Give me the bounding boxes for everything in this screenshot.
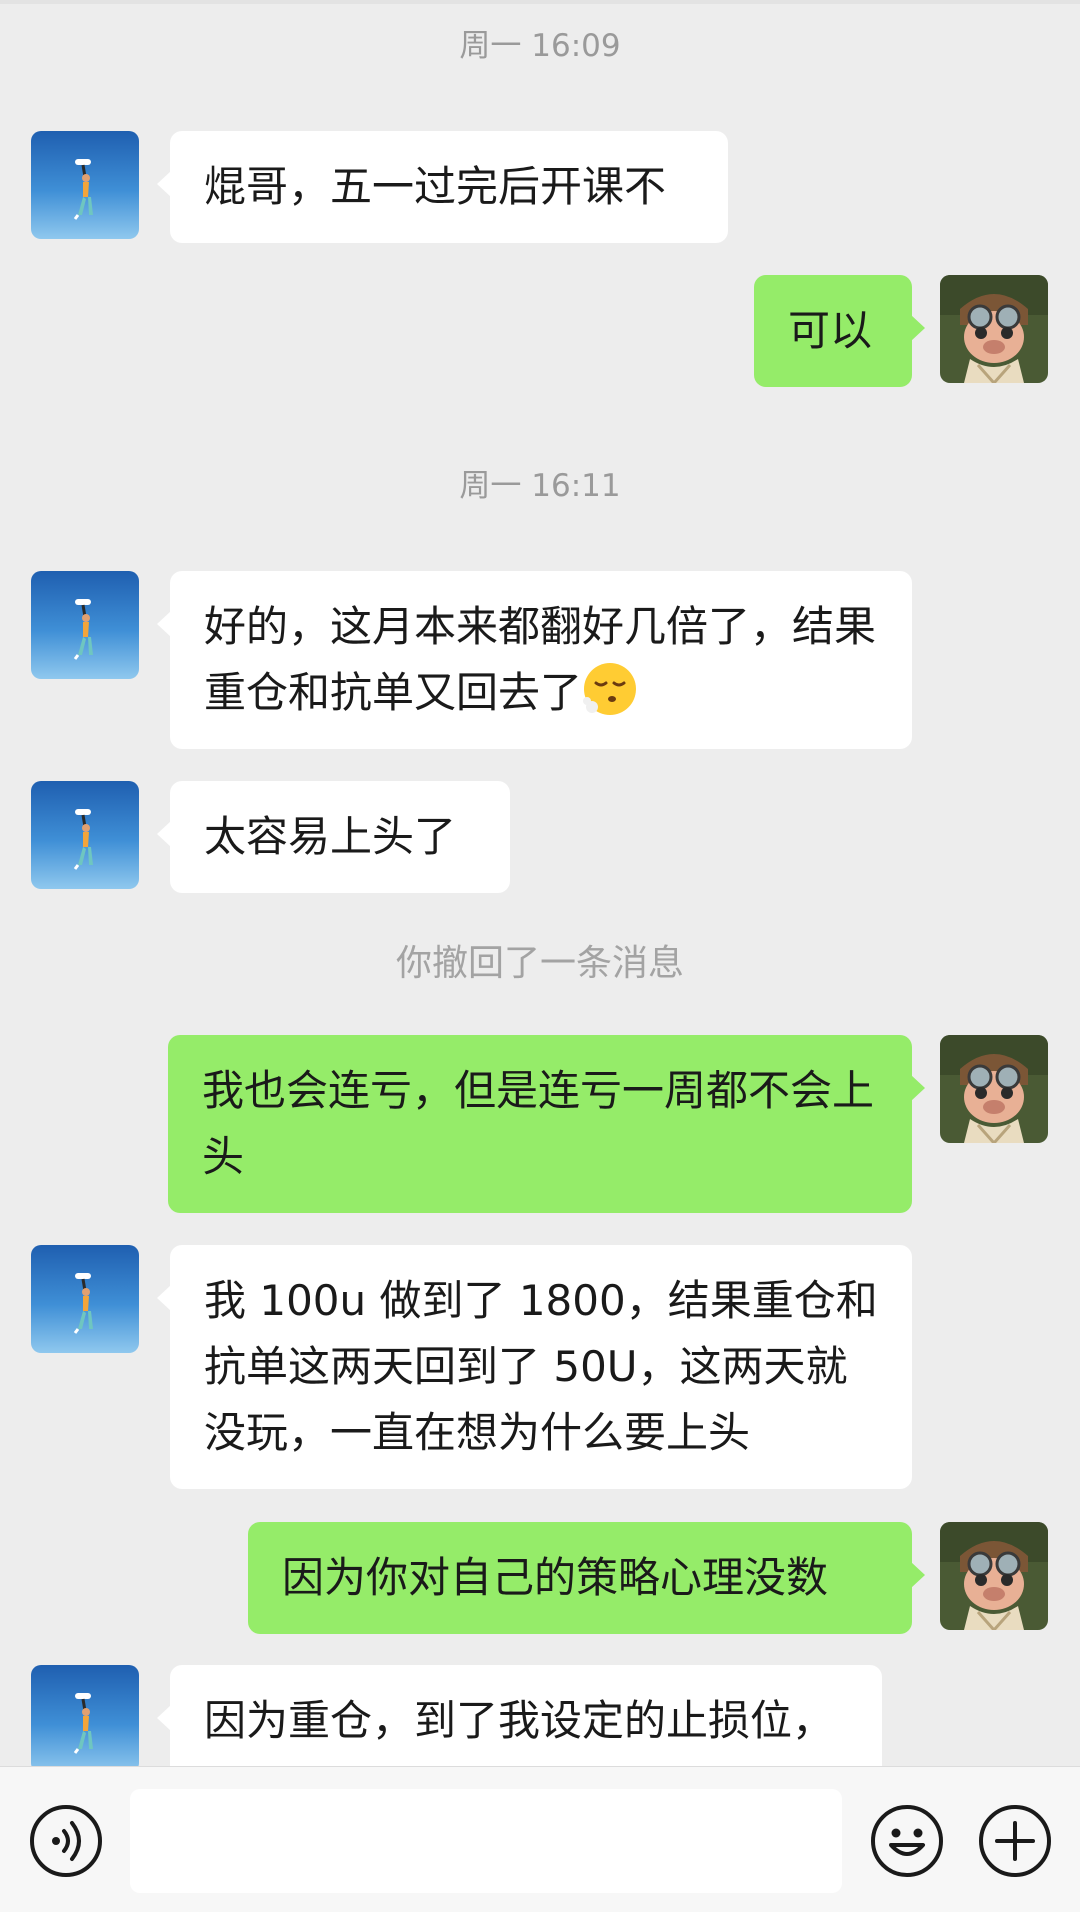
voice-icon[interactable] xyxy=(28,1803,104,1879)
message-bubble-incoming[interactable]: 好的，这月本来都翻好几倍了，结果重仓和抗单又回去了 xyxy=(157,571,912,749)
timestamp: 周一 16:11 xyxy=(459,468,621,504)
self-avatar[interactable] xyxy=(940,275,1048,383)
message-bubble-outgoing[interactable]: 可以 xyxy=(754,275,925,387)
message-input[interactable] xyxy=(130,1789,842,1893)
plus-icon[interactable] xyxy=(977,1803,1053,1879)
message-bubble-incoming[interactable]: 因为重仓，到了我设定的止损位， xyxy=(157,1665,882,1766)
self-avatar[interactable] xyxy=(940,1035,1048,1143)
self-avatar[interactable] xyxy=(940,1522,1048,1630)
message-text: 好的，这月本来都翻好几倍了，结果重仓和抗单又回去了 xyxy=(204,602,877,717)
timestamp: 周一 16:09 xyxy=(459,28,621,64)
contact-avatar[interactable] xyxy=(31,571,139,679)
contact-avatar[interactable] xyxy=(31,131,139,239)
emoji-icon[interactable] xyxy=(869,1803,945,1879)
message-text: 太容易上头了 xyxy=(204,812,457,861)
input-toolbar xyxy=(0,1766,1080,1912)
message-text: 因为重仓，到了我设定的止损位， xyxy=(204,1696,835,1745)
message-text: 焜哥，五一过完后开课不 xyxy=(204,162,667,211)
sigh-face-emoji xyxy=(583,663,637,715)
message-text: 我也会连亏，但是连亏一周都不会上头 xyxy=(202,1066,875,1181)
message-bubble-outgoing[interactable]: 因为你对自己的策略心理没数 xyxy=(248,1522,925,1634)
chat-area[interactable]: 周一 16:09 焜哥，五一过完后开课不 可以 周一 16:11 好的，这月本来… xyxy=(0,0,1080,1766)
message-bubble-incoming[interactable]: 太容易上头了 xyxy=(157,781,510,893)
top-divider xyxy=(0,0,1080,4)
message-text: 我 100u 做到了 1800，结果重仓和抗单这两天回到了 50U，这两天就没玩… xyxy=(204,1276,878,1457)
message-text: 可以 xyxy=(788,306,873,355)
message-bubble-outgoing[interactable]: 我也会连亏，但是连亏一周都不会上头 xyxy=(168,1035,925,1213)
message-text: 因为你对自己的策略心理没数 xyxy=(282,1553,829,1602)
contact-avatar[interactable] xyxy=(31,1245,139,1353)
contact-avatar[interactable] xyxy=(31,1665,139,1766)
contact-avatar[interactable] xyxy=(31,781,139,889)
message-bubble-incoming[interactable]: 我 100u 做到了 1800，结果重仓和抗单这两天回到了 50U，这两天就没玩… xyxy=(157,1245,912,1489)
message-bubble-incoming[interactable]: 焜哥，五一过完后开课不 xyxy=(157,131,728,243)
recall-notice: 你撤回了一条消息 xyxy=(395,943,684,984)
